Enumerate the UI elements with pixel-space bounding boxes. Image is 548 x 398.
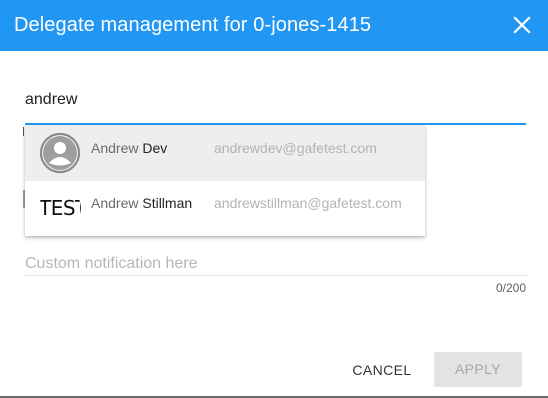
delegate-dialog: Delegate management for 0-jones-1415 0/2… [0, 0, 548, 398]
suggestion-name: Andrew Stillman [91, 195, 193, 211]
dialog-title: Delegate management for 0-jones-1415 [14, 14, 372, 36]
suggestion-email: andrewstillman@gafetest.com [214, 195, 402, 211]
apply-button[interactable]: APPLY [434, 352, 522, 387]
custom-notification-input[interactable] [25, 254, 525, 274]
suggestion-email: andrewdev@gafetest.com [214, 140, 377, 156]
autocomplete-dropdown: Andrew Dev andrewdev@gafetest.com TEST A… [25, 125, 425, 236]
character-counter: 0/200 [495, 281, 526, 295]
person-icon [39, 132, 81, 174]
suggestion-item-andrew-dev[interactable]: Andrew Dev andrewdev@gafetest.com [25, 125, 425, 181]
field-edge-mark [23, 127, 24, 136]
close-icon[interactable] [510, 13, 534, 37]
suggestion-name: Andrew Dev [91, 140, 168, 156]
delegate-search-input[interactable] [25, 88, 525, 112]
test-avatar: TEST [39, 187, 81, 229]
notification-underline [25, 275, 527, 276]
cancel-button[interactable]: CANCEL [346, 353, 418, 387]
suggestion-item-andrew-stillman[interactable]: TEST Andrew Stillman andrewstillman@gafe… [25, 180, 425, 236]
dialog-header: Delegate management for 0-jones-1415 [0, 0, 548, 51]
